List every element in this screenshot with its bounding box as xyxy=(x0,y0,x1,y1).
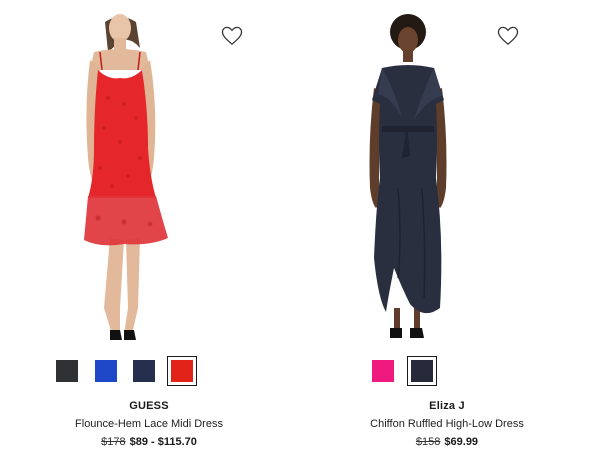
product-price: $178 $89 - $115.70 xyxy=(0,436,298,448)
swatch-navy[interactable] xyxy=(407,356,437,386)
swatch-blue[interactable] xyxy=(92,357,120,385)
swatch-red[interactable] xyxy=(167,356,197,386)
product-card[interactable]: GUESS Flounce-Hem Lace Midi Dress $178 $8… xyxy=(0,0,298,453)
swatch-pink[interactable] xyxy=(369,357,397,385)
swatch-black[interactable] xyxy=(53,357,81,385)
original-price: $158 xyxy=(415,436,441,448)
color-swatches xyxy=(0,356,298,387)
sale-price: $69.99 xyxy=(444,436,479,448)
sale-price: $89 - $115.70 xyxy=(129,436,197,448)
product-price: $158 $69.99 xyxy=(298,436,596,448)
product-card[interactable]: Eliza J Chiffon Ruffled High-Low Dress $… xyxy=(298,0,596,453)
product-brand[interactable]: GUESS xyxy=(0,400,298,412)
swatch-navy[interactable] xyxy=(130,357,158,385)
product-image[interactable] xyxy=(0,8,298,348)
original-price: $178 xyxy=(101,436,126,448)
color-swatches xyxy=(298,356,596,387)
product-name[interactable]: Chiffon Ruffled High-Low Dress xyxy=(298,418,596,430)
product-name[interactable]: Flounce-Hem Lace Midi Dress xyxy=(0,418,298,430)
product-brand[interactable]: Eliza J xyxy=(298,400,596,412)
product-image[interactable] xyxy=(298,8,596,348)
